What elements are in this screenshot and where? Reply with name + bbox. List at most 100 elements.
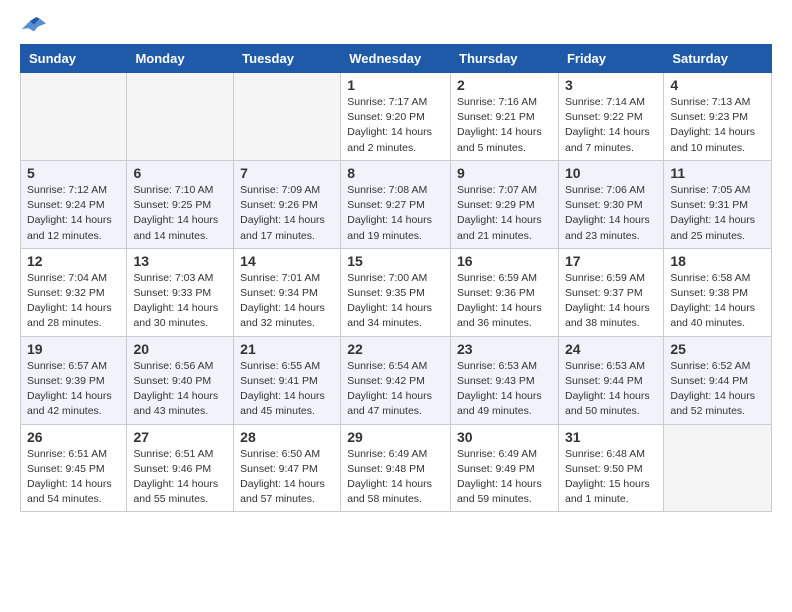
day-info: Sunrise: 6:49 AM Sunset: 9:48 PM Dayligh…: [347, 447, 444, 508]
calendar-day-cell: [664, 424, 772, 512]
calendar-day-cell: 7 Sunrise: 7:09 AM Sunset: 9:26 PM Daylig…: [234, 160, 341, 248]
day-number: 30: [457, 429, 552, 445]
day-number: 4: [670, 77, 765, 93]
day-info: Sunrise: 7:03 AM Sunset: 9:33 PM Dayligh…: [133, 271, 227, 332]
calendar-day-cell: 15 Sunrise: 7:00 AM Sunset: 9:35 PM Dayli…: [341, 248, 451, 336]
day-number: 7: [240, 165, 334, 181]
logo-bird-icon: [22, 16, 46, 34]
day-info: Sunrise: 7:17 AM Sunset: 9:20 PM Dayligh…: [347, 95, 444, 156]
calendar-day-cell: 22 Sunrise: 6:54 AM Sunset: 9:42 PM Dayli…: [341, 336, 451, 424]
day-info: Sunrise: 7:01 AM Sunset: 9:34 PM Dayligh…: [240, 271, 334, 332]
day-number: 20: [133, 341, 227, 357]
calendar-day-cell: 26 Sunrise: 6:51 AM Sunset: 9:45 PM Dayli…: [21, 424, 127, 512]
logo: [20, 16, 46, 34]
calendar-day-header: Sunday: [21, 45, 127, 73]
day-info: Sunrise: 7:00 AM Sunset: 9:35 PM Dayligh…: [347, 271, 444, 332]
calendar-day-cell: 30 Sunrise: 6:49 AM Sunset: 9:49 PM Dayli…: [451, 424, 559, 512]
day-number: 29: [347, 429, 444, 445]
calendar-day-cell: 6Sunrise: 7:10 AM Sunset: 9:25 PM Daylig…: [127, 160, 234, 248]
calendar-day-cell: 8 Sunrise: 7:08 AM Sunset: 9:27 PM Daylig…: [341, 160, 451, 248]
calendar-day-cell: [234, 73, 341, 161]
calendar-day-cell: 21Sunrise: 6:55 AM Sunset: 9:41 PM Dayli…: [234, 336, 341, 424]
calendar-week-row: 19Sunrise: 6:57 AM Sunset: 9:39 PM Dayli…: [21, 336, 772, 424]
calendar-week-row: 1 Sunrise: 7:17 AM Sunset: 9:20 PM Daylig…: [21, 73, 772, 161]
page-container: SundayMondayTuesdayWednesdayThursdayFrid…: [0, 0, 792, 528]
day-info: Sunrise: 6:58 AM Sunset: 9:38 PM Dayligh…: [670, 271, 765, 332]
calendar-day-cell: 16 Sunrise: 6:59 AM Sunset: 9:36 PM Dayli…: [451, 248, 559, 336]
day-info: Sunrise: 7:13 AM Sunset: 9:23 PM Dayligh…: [670, 95, 765, 156]
day-number: 13: [133, 253, 227, 269]
calendar-week-row: 26 Sunrise: 6:51 AM Sunset: 9:45 PM Dayli…: [21, 424, 772, 512]
calendar-day-cell: 10Sunrise: 7:06 AM Sunset: 9:30 PM Dayli…: [558, 160, 663, 248]
day-number: 24: [565, 341, 657, 357]
calendar-day-header: Saturday: [664, 45, 772, 73]
day-info: Sunrise: 6:52 AM Sunset: 9:44 PM Dayligh…: [670, 359, 765, 420]
day-number: 26: [27, 429, 120, 445]
calendar-day-cell: 31 Sunrise: 6:48 AM Sunset: 9:50 PM Dayli…: [558, 424, 663, 512]
day-number: 14: [240, 253, 334, 269]
calendar-day-cell: 23 Sunrise: 6:53 AM Sunset: 9:43 PM Dayli…: [451, 336, 559, 424]
calendar-day-cell: 28Sunrise: 6:50 AM Sunset: 9:47 PM Dayli…: [234, 424, 341, 512]
day-number: 1: [347, 77, 444, 93]
day-number: 9: [457, 165, 552, 181]
day-info: Sunrise: 7:09 AM Sunset: 9:26 PM Dayligh…: [240, 183, 334, 244]
calendar-day-cell: 24Sunrise: 6:53 AM Sunset: 9:44 PM Dayli…: [558, 336, 663, 424]
day-info: Sunrise: 6:59 AM Sunset: 9:36 PM Dayligh…: [457, 271, 552, 332]
day-number: 23: [457, 341, 552, 357]
day-number: 31: [565, 429, 657, 445]
day-info: Sunrise: 6:50 AM Sunset: 9:47 PM Dayligh…: [240, 447, 334, 508]
day-number: 2: [457, 77, 552, 93]
day-number: 16: [457, 253, 552, 269]
day-info: Sunrise: 6:49 AM Sunset: 9:49 PM Dayligh…: [457, 447, 552, 508]
day-number: 25: [670, 341, 765, 357]
day-number: 22: [347, 341, 444, 357]
day-number: 12: [27, 253, 120, 269]
day-info: Sunrise: 7:16 AM Sunset: 9:21 PM Dayligh…: [457, 95, 552, 156]
calendar-week-row: 5Sunrise: 7:12 AM Sunset: 9:24 PM Daylig…: [21, 160, 772, 248]
calendar-day-cell: 14 Sunrise: 7:01 AM Sunset: 9:34 PM Dayli…: [234, 248, 341, 336]
calendar-day-cell: 13 Sunrise: 7:03 AM Sunset: 9:33 PM Dayli…: [127, 248, 234, 336]
calendar-day-cell: 29 Sunrise: 6:49 AM Sunset: 9:48 PM Dayli…: [341, 424, 451, 512]
calendar-day-cell: 17 Sunrise: 6:59 AM Sunset: 9:37 PM Dayli…: [558, 248, 663, 336]
day-number: 5: [27, 165, 120, 181]
day-info: Sunrise: 6:59 AM Sunset: 9:37 PM Dayligh…: [565, 271, 657, 332]
day-number: 11: [670, 165, 765, 181]
calendar-day-cell: 1 Sunrise: 7:17 AM Sunset: 9:20 PM Daylig…: [341, 73, 451, 161]
day-info: Sunrise: 6:56 AM Sunset: 9:40 PM Dayligh…: [133, 359, 227, 420]
calendar-day-cell: 12 Sunrise: 7:04 AM Sunset: 9:32 PM Dayli…: [21, 248, 127, 336]
calendar-day-cell: 9Sunrise: 7:07 AM Sunset: 9:29 PM Daylig…: [451, 160, 559, 248]
calendar-day-header: Tuesday: [234, 45, 341, 73]
day-info: Sunrise: 6:54 AM Sunset: 9:42 PM Dayligh…: [347, 359, 444, 420]
day-number: 19: [27, 341, 120, 357]
calendar-week-row: 12 Sunrise: 7:04 AM Sunset: 9:32 PM Dayli…: [21, 248, 772, 336]
calendar-day-cell: 19Sunrise: 6:57 AM Sunset: 9:39 PM Dayli…: [21, 336, 127, 424]
day-info: Sunrise: 6:53 AM Sunset: 9:43 PM Dayligh…: [457, 359, 552, 420]
day-number: 3: [565, 77, 657, 93]
calendar-header-row: SundayMondayTuesdayWednesdayThursdayFrid…: [21, 45, 772, 73]
calendar-day-cell: 27Sunrise: 6:51 AM Sunset: 9:46 PM Dayli…: [127, 424, 234, 512]
day-number: 27: [133, 429, 227, 445]
day-info: Sunrise: 6:51 AM Sunset: 9:45 PM Dayligh…: [27, 447, 120, 508]
calendar-day-cell: 20 Sunrise: 6:56 AM Sunset: 9:40 PM Dayli…: [127, 336, 234, 424]
day-number: 15: [347, 253, 444, 269]
day-info: Sunrise: 7:04 AM Sunset: 9:32 PM Dayligh…: [27, 271, 120, 332]
calendar-day-cell: 3 Sunrise: 7:14 AM Sunset: 9:22 PM Daylig…: [558, 73, 663, 161]
calendar-day-cell: 11 Sunrise: 7:05 AM Sunset: 9:31 PM Dayli…: [664, 160, 772, 248]
day-number: 8: [347, 165, 444, 181]
day-info: Sunrise: 7:14 AM Sunset: 9:22 PM Dayligh…: [565, 95, 657, 156]
calendar-day-header: Monday: [127, 45, 234, 73]
calendar-day-header: Wednesday: [341, 45, 451, 73]
calendar-day-cell: 5Sunrise: 7:12 AM Sunset: 9:24 PM Daylig…: [21, 160, 127, 248]
day-number: 6: [133, 165, 227, 181]
calendar-day-header: Friday: [558, 45, 663, 73]
day-info: Sunrise: 6:48 AM Sunset: 9:50 PM Dayligh…: [565, 447, 657, 508]
day-info: Sunrise: 7:08 AM Sunset: 9:27 PM Dayligh…: [347, 183, 444, 244]
day-info: Sunrise: 6:55 AM Sunset: 9:41 PM Dayligh…: [240, 359, 334, 420]
day-number: 18: [670, 253, 765, 269]
day-info: Sunrise: 7:05 AM Sunset: 9:31 PM Dayligh…: [670, 183, 765, 244]
calendar-day-cell: 2 Sunrise: 7:16 AM Sunset: 9:21 PM Daylig…: [451, 73, 559, 161]
day-number: 17: [565, 253, 657, 269]
calendar-day-cell: 25 Sunrise: 6:52 AM Sunset: 9:44 PM Dayli…: [664, 336, 772, 424]
day-number: 10: [565, 165, 657, 181]
calendar-day-cell: 4 Sunrise: 7:13 AM Sunset: 9:23 PM Daylig…: [664, 73, 772, 161]
